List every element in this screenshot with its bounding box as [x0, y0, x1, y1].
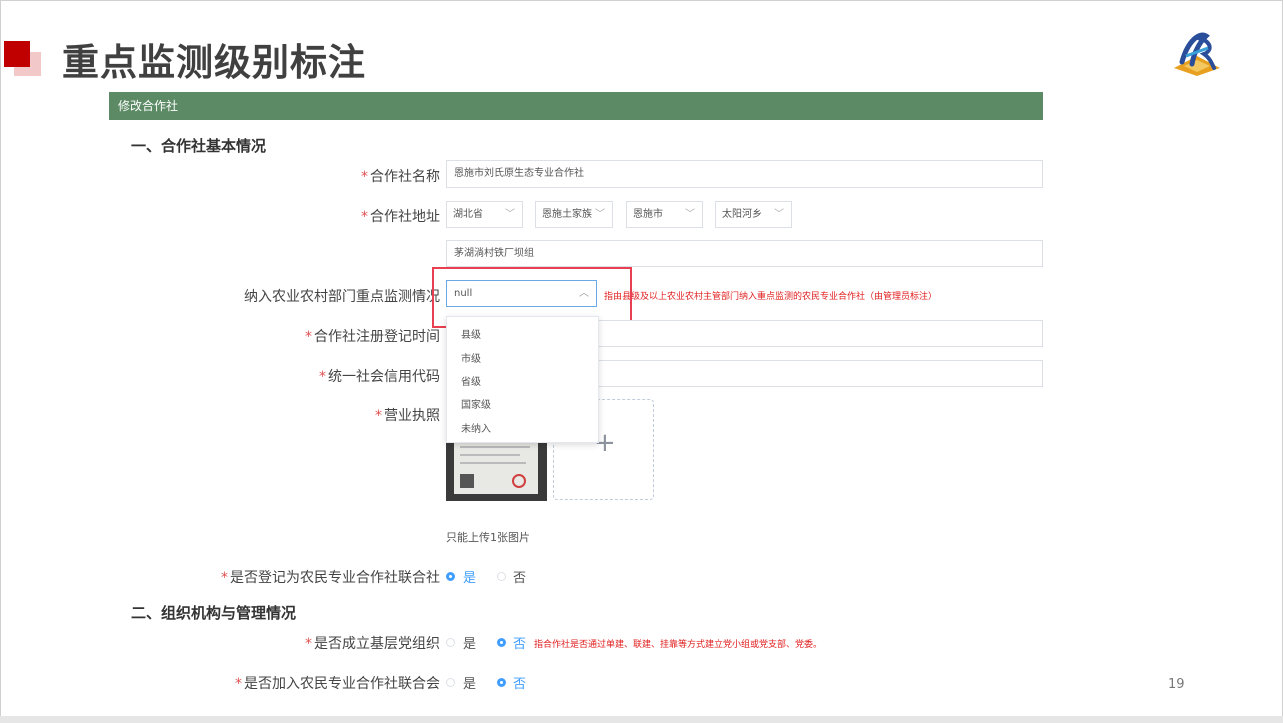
credit-code-input[interactable] [596, 360, 1043, 387]
option-county[interactable]: 县级 [461, 326, 481, 341]
logo-icon [1174, 32, 1220, 76]
monitoring-label: 纳入农业农村部门重点监测情况 [244, 289, 440, 305]
slide-title: 重点监测级别标注 [62, 41, 366, 84]
option-city[interactable]: 市级 [461, 350, 481, 365]
form-header-title: 修改合作社 [118, 99, 179, 113]
chevron-down-icon: ﹀ [685, 209, 695, 220]
party-org-yes-radio[interactable] [446, 638, 455, 647]
monitoring-hint: 指由县级及以上农业农村主管部门纳入重点监测的农民专业合作社（由管理员标注） [604, 292, 938, 302]
register-time-label: * 合作社注册登记时间 [305, 329, 440, 345]
address-detail-input[interactable]: 茅湖淌村铁厂坝组 [446, 240, 1043, 267]
join-federation-yes-radio[interactable] [446, 678, 455, 687]
federation-no-radio[interactable] [497, 572, 506, 581]
federation-yes-radio[interactable] [446, 572, 455, 581]
party-org-hint: 指合作社是否通过单建、联建、挂靠等方式建立党小组或党支部、党委。 [534, 640, 823, 650]
federation-yes-label[interactable]: 是 [463, 567, 476, 586]
license-label: * 营业执照 [375, 408, 440, 424]
chevron-down-icon: ﹀ [595, 209, 605, 220]
party-org-no-radio[interactable] [497, 638, 506, 647]
cooperative-name-input[interactable]: 恩施市刘氏原生态专业合作社 [446, 160, 1043, 188]
form-header-bar: 修改合作社 [109, 92, 1043, 120]
join-federation-no-label[interactable]: 否 [513, 673, 526, 692]
join-federation-no-radio[interactable] [497, 678, 506, 687]
chevron-down-icon: ﹀ [774, 209, 784, 220]
party-org-no-label[interactable]: 否 [513, 633, 526, 652]
section-basic-info-title: 一、合作社基本情况 [131, 137, 267, 155]
register-time-input[interactable] [596, 320, 1043, 347]
join-federation-yes-label[interactable]: 是 [463, 673, 476, 692]
party-org-label: * 是否成立基层党组织 [305, 636, 440, 652]
option-province[interactable]: 省级 [461, 373, 481, 388]
join-federation-label: * 是否加入农民专业合作社联合会 [235, 676, 440, 692]
option-national[interactable]: 国家级 [461, 396, 491, 411]
page-number: 19 [1168, 677, 1185, 692]
monitoring-dropdown: 县级 市级 省级 国家级 未纳入 [446, 316, 599, 443]
township-select[interactable]: 太阳河乡 ﹀ [715, 201, 792, 228]
title-decoration-red [4, 41, 30, 67]
chevron-down-icon: ﹀ [505, 209, 515, 220]
province-select[interactable]: 湖北省 ﹀ [446, 201, 523, 228]
federation-label: * 是否登记为农民专业合作社联合社 [221, 570, 440, 586]
slide-bottom-strip [0, 716, 1283, 723]
prefecture-select[interactable]: 恩施土家族 ﹀ [535, 201, 613, 228]
city-select[interactable]: 恩施市 ﹀ [626, 201, 703, 228]
option-not-included[interactable]: 未纳入 [461, 420, 491, 435]
address-label: * 合作社地址 [361, 209, 440, 225]
party-org-yes-label[interactable]: 是 [463, 633, 476, 652]
credit-code-label: * 统一社会信用代码 [319, 369, 440, 385]
upload-note: 只能上传1张图片 [446, 531, 530, 544]
federation-no-label[interactable]: 否 [513, 567, 526, 586]
name-label: * 合作社名称 [361, 169, 440, 185]
section-organization-title: 二、组织机构与管理情况 [131, 604, 297, 622]
